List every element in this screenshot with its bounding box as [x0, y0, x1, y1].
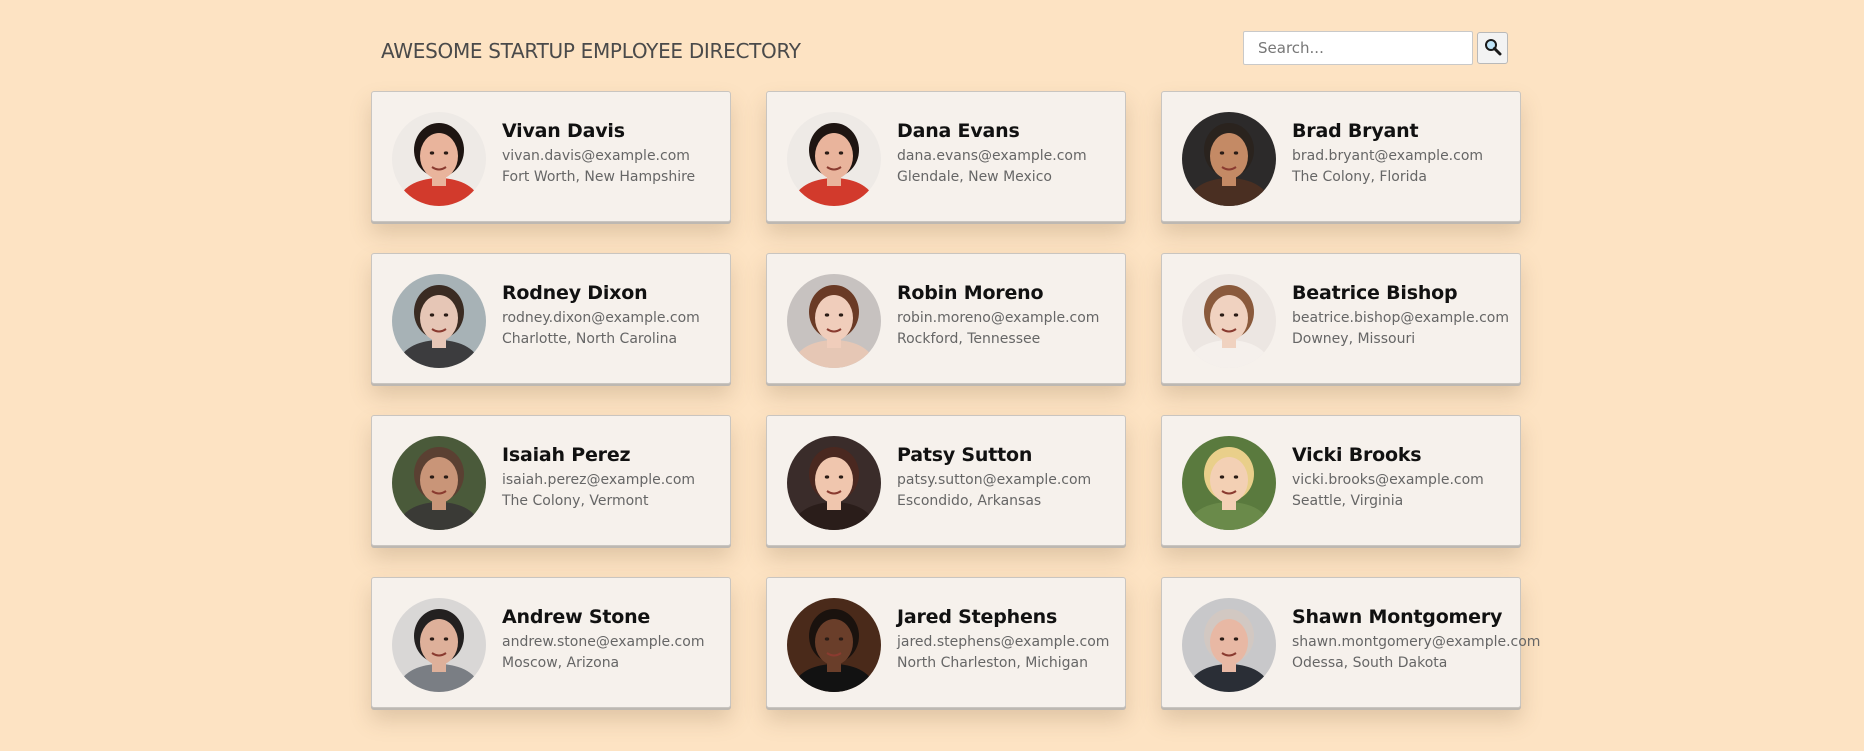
employee-card[interactable]: Andrew Stone andrew.stone@example.com Mosc…	[371, 577, 731, 708]
employee-email: shawn.montgomery@example.com	[1292, 634, 1541, 650]
card-info: Robin Moreno robin.moreno@example.com Rock…	[897, 282, 1099, 352]
employee-email: vicki.brooks@example.com	[1292, 472, 1484, 488]
card-info: Vivan Davis vivan.davis@example.com Fort W…	[502, 120, 695, 190]
avatar	[392, 436, 486, 530]
avatar	[1182, 436, 1276, 530]
employee-card[interactable]: Beatrice Bishop beatrice.bishop@example.c…	[1161, 253, 1521, 384]
avatar	[392, 598, 486, 692]
employee-email: rodney.dixon@example.com	[502, 310, 700, 326]
avatar	[1182, 112, 1276, 206]
employee-name: Shawn Montgomery	[1292, 606, 1503, 628]
employee-location: Charlotte, North Carolina	[502, 331, 678, 347]
employee-name: Brad Bryant	[1292, 120, 1419, 142]
employee-location: The Colony, Florida	[1292, 169, 1427, 185]
card-info: Jared Stephens jared.stephens@example.com…	[897, 606, 1109, 676]
avatar	[787, 274, 881, 368]
card-info: Rodney Dixon rodney.dixon@example.com Char…	[502, 282, 700, 352]
card-info: Patsy Sutton patsy.sutton@example.com Esco…	[897, 444, 1091, 514]
employee-email: robin.moreno@example.com	[897, 310, 1100, 326]
employee-name: Jared Stephens	[897, 606, 1058, 628]
avatar	[787, 112, 881, 206]
employee-name: Dana Evans	[897, 120, 1020, 142]
avatar	[1182, 598, 1276, 692]
employee-email: andrew.stone@example.com	[502, 634, 705, 650]
employee-card[interactable]: Vicki Brooks vicki.brooks@example.com Seat…	[1161, 415, 1521, 546]
employee-name: Robin Moreno	[897, 282, 1044, 304]
employee-name: Patsy Sutton	[897, 444, 1033, 466]
employee-email: isaiah.perez@example.com	[502, 472, 696, 488]
employee-name: Vivan Davis	[502, 120, 625, 142]
employee-location: Rockford, Tennessee	[897, 331, 1041, 347]
card-info: Brad Bryant brad.bryant@example.com The Co…	[1292, 120, 1483, 190]
employee-card[interactable]: Vivan Davis vivan.davis@example.com Fort W…	[371, 91, 731, 222]
employee-card[interactable]: Dana Evans dana.evans@example.com Glendale…	[766, 91, 1126, 222]
employee-name: Rodney Dixon	[502, 282, 648, 304]
avatar	[1182, 274, 1276, 368]
employee-name: Beatrice Bishop	[1292, 282, 1458, 304]
employee-card[interactable]: Jared Stephens jared.stephens@example.com…	[766, 577, 1126, 708]
employee-email: brad.bryant@example.com	[1292, 148, 1484, 164]
employee-gallery: Vivan Davis vivan.davis@example.com Fort W…	[371, 91, 1540, 708]
employee-card[interactable]: Isaiah Perez isaiah.perez@example.com The …	[371, 415, 731, 546]
employee-location: Escondido, Arkansas	[897, 493, 1042, 509]
card-info: Dana Evans dana.evans@example.com Glendale…	[897, 120, 1087, 190]
employee-card[interactable]: Robin Moreno robin.moreno@example.com Rock…	[766, 253, 1126, 384]
employee-card[interactable]: Brad Bryant brad.bryant@example.com The Co…	[1161, 91, 1521, 222]
avatar	[392, 112, 486, 206]
card-info: Beatrice Bishop beatrice.bishop@example.c…	[1292, 282, 1509, 352]
employee-email: beatrice.bishop@example.com	[1292, 310, 1509, 326]
avatar	[787, 598, 881, 692]
employee-name: Vicki Brooks	[1292, 444, 1422, 466]
employee-location: Fort Worth, New Hampshire	[502, 169, 696, 185]
employee-location: Glendale, New Mexico	[897, 169, 1052, 185]
employee-card[interactable]: Patsy Sutton patsy.sutton@example.com Esco…	[766, 415, 1126, 546]
search-input[interactable]	[1243, 31, 1473, 65]
search-button[interactable]	[1477, 32, 1508, 64]
employee-email: jared.stephens@example.com	[897, 634, 1110, 650]
card-info: Andrew Stone andrew.stone@example.com Mosc…	[502, 606, 704, 676]
employee-card[interactable]: Rodney Dixon rodney.dixon@example.com Char…	[371, 253, 731, 384]
card-info: Vicki Brooks vicki.brooks@example.com Seat…	[1292, 444, 1484, 514]
employee-card[interactable]: Shawn Montgomery shawn.montgomery@example…	[1161, 577, 1540, 708]
employee-email: vivan.davis@example.com	[502, 148, 690, 164]
avatar	[392, 274, 486, 368]
page-title: AWESOME STARTUP EMPLOYEE DIRECTORY	[381, 39, 801, 63]
search-icon	[1484, 38, 1502, 59]
employee-name: Andrew Stone	[502, 606, 651, 628]
employee-email: dana.evans@example.com	[897, 148, 1087, 164]
employee-directory-page: AWESOME STARTUP EMPLOYEE DIRECTORY Vivan…	[0, 0, 1864, 751]
employee-location: Odessa, South Dakota	[1292, 655, 1448, 671]
employee-email: patsy.sutton@example.com	[897, 472, 1092, 488]
card-info: Isaiah Perez isaiah.perez@example.com The …	[502, 444, 695, 514]
employee-name: Isaiah Perez	[502, 444, 631, 466]
employee-location: Moscow, Arizona	[502, 655, 620, 671]
employee-location: North Charleston, Michigan	[897, 655, 1088, 671]
employee-location: The Colony, Vermont	[502, 493, 649, 509]
card-info: Shawn Montgomery shawn.montgomery@example…	[1292, 606, 1540, 676]
avatar	[787, 436, 881, 530]
employee-location: Downey, Missouri	[1292, 331, 1416, 347]
employee-location: Seattle, Virginia	[1292, 493, 1404, 509]
search-form	[1243, 31, 1508, 65]
